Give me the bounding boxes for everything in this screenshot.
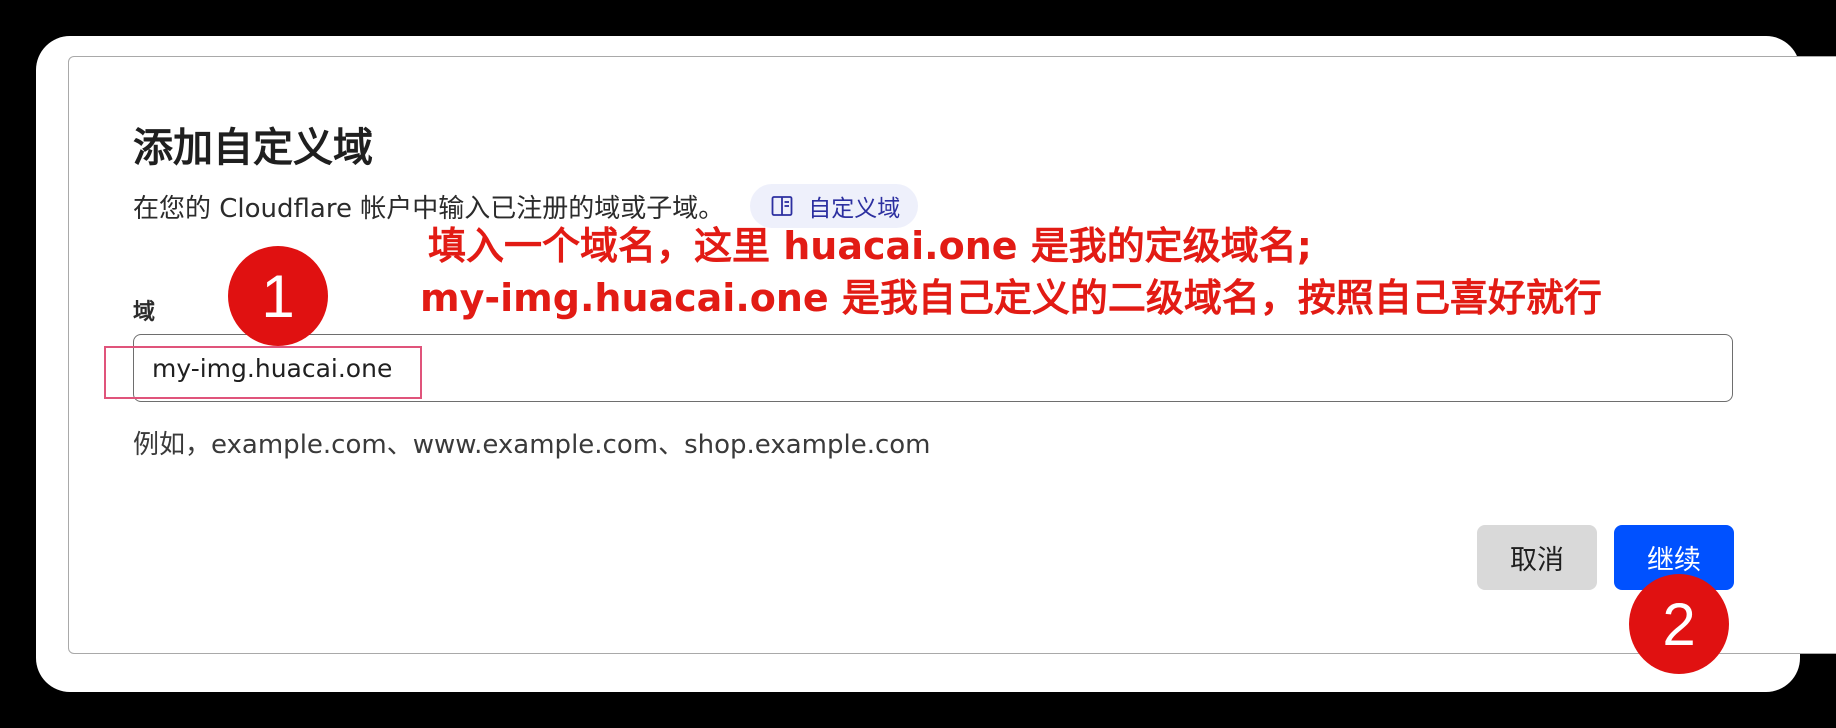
cancel-button[interactable]: 取消 xyxy=(1477,525,1597,590)
step-1-badge: 1 xyxy=(228,246,328,346)
dialog-title: 添加自定义域 xyxy=(133,125,373,171)
annotation-highlight-box xyxy=(104,346,422,399)
subtitle-row: 在您的 Cloudflare 帐户中输入已注册的域或子域。 自定义域 xyxy=(133,184,919,228)
docs-link-label: 自定义域 xyxy=(808,196,901,222)
step-2-badge: 2 xyxy=(1629,574,1729,674)
domain-field-label: 域 xyxy=(133,300,156,325)
annotation-line-1: 填入一个域名，这里 huacai.one 是我的定级域名; xyxy=(428,224,1312,268)
domain-hint: 例如，example.com、www.example.com、shop.exam… xyxy=(133,430,931,460)
custom-domain-docs-link[interactable]: 自定义域 xyxy=(750,184,919,228)
book-icon xyxy=(770,194,794,218)
dialog-subtitle: 在您的 Cloudflare 帐户中输入已注册的域或子域。 xyxy=(133,193,725,224)
annotation-line-2: my-img.huacai.one 是我自己定义的二级域名，按照自己喜好就行 xyxy=(420,276,1602,320)
